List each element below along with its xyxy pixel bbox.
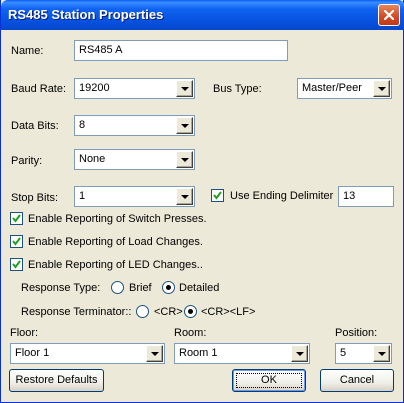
baud-rate-label: Baud Rate: [11, 83, 67, 95]
response-brief-label: Brief [129, 282, 152, 294]
dialog-window: RS485 Station Properties Name: RS485 A B… [0, 0, 404, 403]
response-detailed-label: Detailed [179, 282, 220, 294]
terminator-cr-radio[interactable] [136, 305, 149, 318]
parity-combo[interactable]: None [74, 149, 195, 170]
data-bits-combo[interactable]: 8 [74, 115, 195, 136]
name-label: Name: [11, 45, 44, 57]
switch-presses-label: Enable Reporting of Switch Presses. [28, 213, 207, 225]
room-combo[interactable]: Room 1 [174, 343, 310, 364]
chevron-down-icon[interactable] [146, 345, 163, 362]
title-bar[interactable]: RS485 Station Properties [1, 0, 404, 30]
close-button[interactable] [378, 4, 400, 26]
position-combo[interactable]: 5 [335, 343, 392, 364]
restore-defaults-button[interactable]: Restore Defaults [9, 369, 104, 392]
load-changes-label: Enable Reporting of Load Changes. [28, 236, 203, 248]
chevron-down-icon[interactable] [176, 117, 193, 134]
cancel-button[interactable]: Cancel [320, 369, 394, 392]
chevron-down-icon[interactable] [373, 80, 390, 97]
checkmark-icon [12, 237, 21, 246]
floor-label: Floor: [10, 327, 39, 339]
switch-presses-checkbox[interactable] [10, 212, 23, 225]
baud-rate-value: 19200 [79, 82, 110, 94]
position-label: Position: [335, 327, 378, 339]
room-label: Room: [174, 327, 207, 339]
baud-rate-combo[interactable]: 19200 [74, 78, 195, 99]
chevron-down-icon[interactable] [176, 151, 193, 168]
bus-type-combo[interactable]: Master/Peer [297, 78, 392, 99]
bus-type-label: Bus Type: [213, 83, 262, 95]
stop-bits-combo[interactable]: 1 [74, 186, 195, 207]
terminator-crlf-label: <CR><LF> [201, 306, 256, 318]
led-changes-label: Enable Reporting of LED Changes.. [28, 259, 203, 271]
ok-button[interactable]: OK [232, 369, 306, 392]
response-type-label: Response Type: [21, 282, 101, 294]
name-input[interactable]: RS485 A [74, 40, 288, 61]
position-value: 5 [340, 347, 347, 359]
window-title: RS485 Station Properties [8, 7, 164, 22]
floor-value: Floor 1 [15, 347, 50, 359]
response-brief-radio[interactable] [111, 281, 124, 294]
room-value: Room 1 [179, 347, 218, 359]
stop-bits-label: Stop Bits: [11, 192, 59, 204]
close-icon [383, 9, 395, 21]
checkmark-icon [12, 260, 21, 269]
response-terminator-label: Response Terminator:: [21, 306, 132, 318]
parity-value: None [79, 153, 106, 165]
chevron-down-icon[interactable] [291, 345, 308, 362]
terminator-crlf-radio[interactable] [184, 305, 197, 318]
led-changes-checkbox[interactable] [10, 258, 23, 271]
checkmark-icon [213, 191, 222, 200]
checkmark-icon [12, 214, 21, 223]
data-bits-value: 8 [79, 119, 86, 131]
terminator-cr-label: <CR> [154, 306, 183, 318]
floor-combo[interactable]: Floor 1 [10, 343, 165, 364]
chevron-down-icon[interactable] [176, 188, 193, 205]
data-bits-label: Data Bits: [11, 120, 59, 132]
chevron-down-icon[interactable] [176, 80, 193, 97]
response-detailed-radio[interactable] [162, 281, 175, 294]
parity-label: Parity: [11, 155, 43, 167]
ending-delimiter-checkbox[interactable] [211, 189, 224, 202]
ending-delimiter-label: Use Ending Delimiter [230, 190, 334, 202]
bus-type-value: Master/Peer [302, 82, 362, 94]
chevron-down-icon[interactable] [373, 345, 390, 362]
load-changes-checkbox[interactable] [10, 235, 23, 248]
ending-delimiter-input[interactable]: 13 [338, 186, 394, 207]
stop-bits-value: 1 [79, 190, 86, 202]
